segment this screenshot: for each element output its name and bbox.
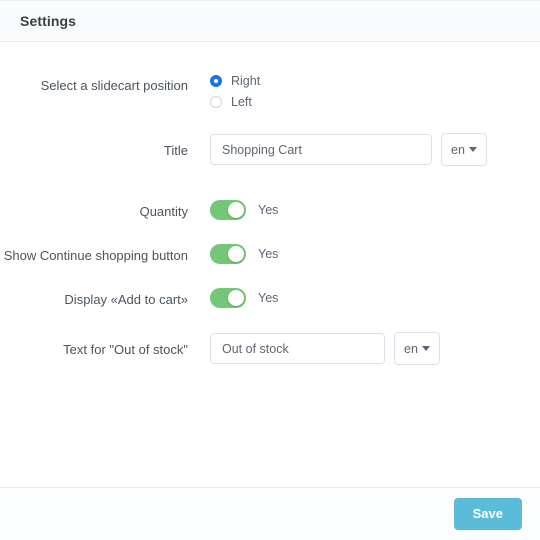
form-row-add-to-cart: Display «Add to cart» Yes (0, 288, 540, 310)
out-of-stock-language-value: en (404, 341, 418, 356)
radio-group-slidecart-position: Right Left (210, 74, 540, 109)
settings-panel: Settings Select a slidecart position Rig… (0, 0, 540, 540)
title-control: en (210, 133, 540, 166)
label-add-to-cart: Display «Add to cart» (64, 292, 188, 307)
title-input[interactable] (210, 134, 432, 165)
form-row-title: Title en (0, 133, 540, 166)
radio-unselected-icon (210, 96, 222, 108)
save-button[interactable]: Save (453, 498, 522, 530)
continue-shopping-toggle[interactable] (210, 244, 246, 264)
radio-option-left[interactable]: Left (210, 95, 260, 109)
radio-selected-icon (210, 75, 222, 87)
panel-header: Settings (0, 1, 540, 42)
add-to-cart-toggle-label: Yes (258, 291, 279, 305)
chevron-down-icon (421, 346, 430, 351)
quantity-toggle-label: Yes (258, 203, 279, 217)
continue-shopping-toggle-label: Yes (258, 247, 279, 261)
form-row-quantity: Quantity Yes (0, 200, 540, 222)
form-row-continue-shopping: Show Continue shopping button Yes (0, 244, 540, 266)
label-quantity: Quantity (139, 204, 188, 219)
label-continue-shopping: Show Continue shopping button (3, 248, 188, 263)
add-to-cart-toggle[interactable] (210, 288, 246, 308)
out-of-stock-language-select[interactable]: en (394, 332, 440, 365)
label-title: Title (163, 143, 188, 158)
quantity-toggle[interactable] (210, 200, 246, 220)
form-row-out-of-stock: Text for "Out of stock" en (0, 332, 540, 365)
toggle-knob-icon (228, 290, 244, 306)
page-title: Settings (20, 13, 77, 29)
label-out-of-stock: Text for "Out of stock" (63, 342, 188, 357)
continue-shopping-control: Yes (210, 244, 540, 264)
title-language-value: en (451, 142, 465, 157)
label-slidecart-position: Select a slidecart position (40, 78, 188, 93)
chevron-down-icon (468, 147, 477, 152)
radio-option-right[interactable]: Right (210, 74, 260, 88)
title-language-select[interactable]: en (441, 133, 487, 166)
out-of-stock-input[interactable] (210, 333, 385, 364)
toggle-knob-icon (228, 202, 244, 218)
toggle-knob-icon (228, 246, 244, 262)
radio-option-left-label: Left (231, 95, 252, 109)
out-of-stock-control: en (210, 332, 540, 365)
add-to-cart-control: Yes (210, 288, 540, 308)
panel-footer: Save (0, 487, 540, 540)
quantity-control: Yes (210, 200, 540, 220)
settings-form: Select a slidecart position Right Left T… (0, 42, 540, 487)
radio-option-right-label: Right (231, 74, 261, 88)
form-row-slidecart-position: Select a slidecart position Right Left (0, 74, 540, 109)
